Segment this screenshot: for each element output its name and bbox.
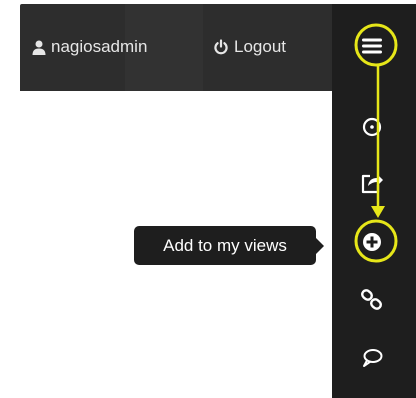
share-icon (361, 174, 383, 194)
info-circle-icon (362, 117, 382, 137)
tooltip-text: Add to my views (163, 236, 287, 255)
tooltip-arrow (316, 238, 324, 254)
comment-icon (363, 349, 383, 367)
share-button[interactable] (352, 163, 392, 203)
comment-button[interactable] (352, 338, 392, 378)
link-icon (361, 289, 382, 310)
power-icon (214, 39, 228, 55)
logout-link[interactable]: Logout (213, 37, 286, 57)
user-menu-link[interactable]: nagiosadmin (32, 37, 147, 57)
user-name-label: nagiosadmin (51, 37, 148, 56)
user-icon (32, 40, 46, 55)
menu-button[interactable] (352, 26, 392, 66)
add-to-my-views-button[interactable] (352, 222, 392, 262)
right-sidebar (332, 4, 416, 398)
hamburger-menu-icon (362, 38, 382, 54)
logout-label: Logout (234, 37, 286, 56)
top-header-bar: nagiosadmin Logout (20, 4, 332, 91)
info-button[interactable] (352, 107, 392, 147)
screen: nagiosadmin Logout Add to my views (0, 0, 416, 398)
link-button[interactable] (352, 280, 392, 320)
tooltip: Add to my views (134, 226, 316, 265)
plus-circle-icon (363, 233, 381, 251)
